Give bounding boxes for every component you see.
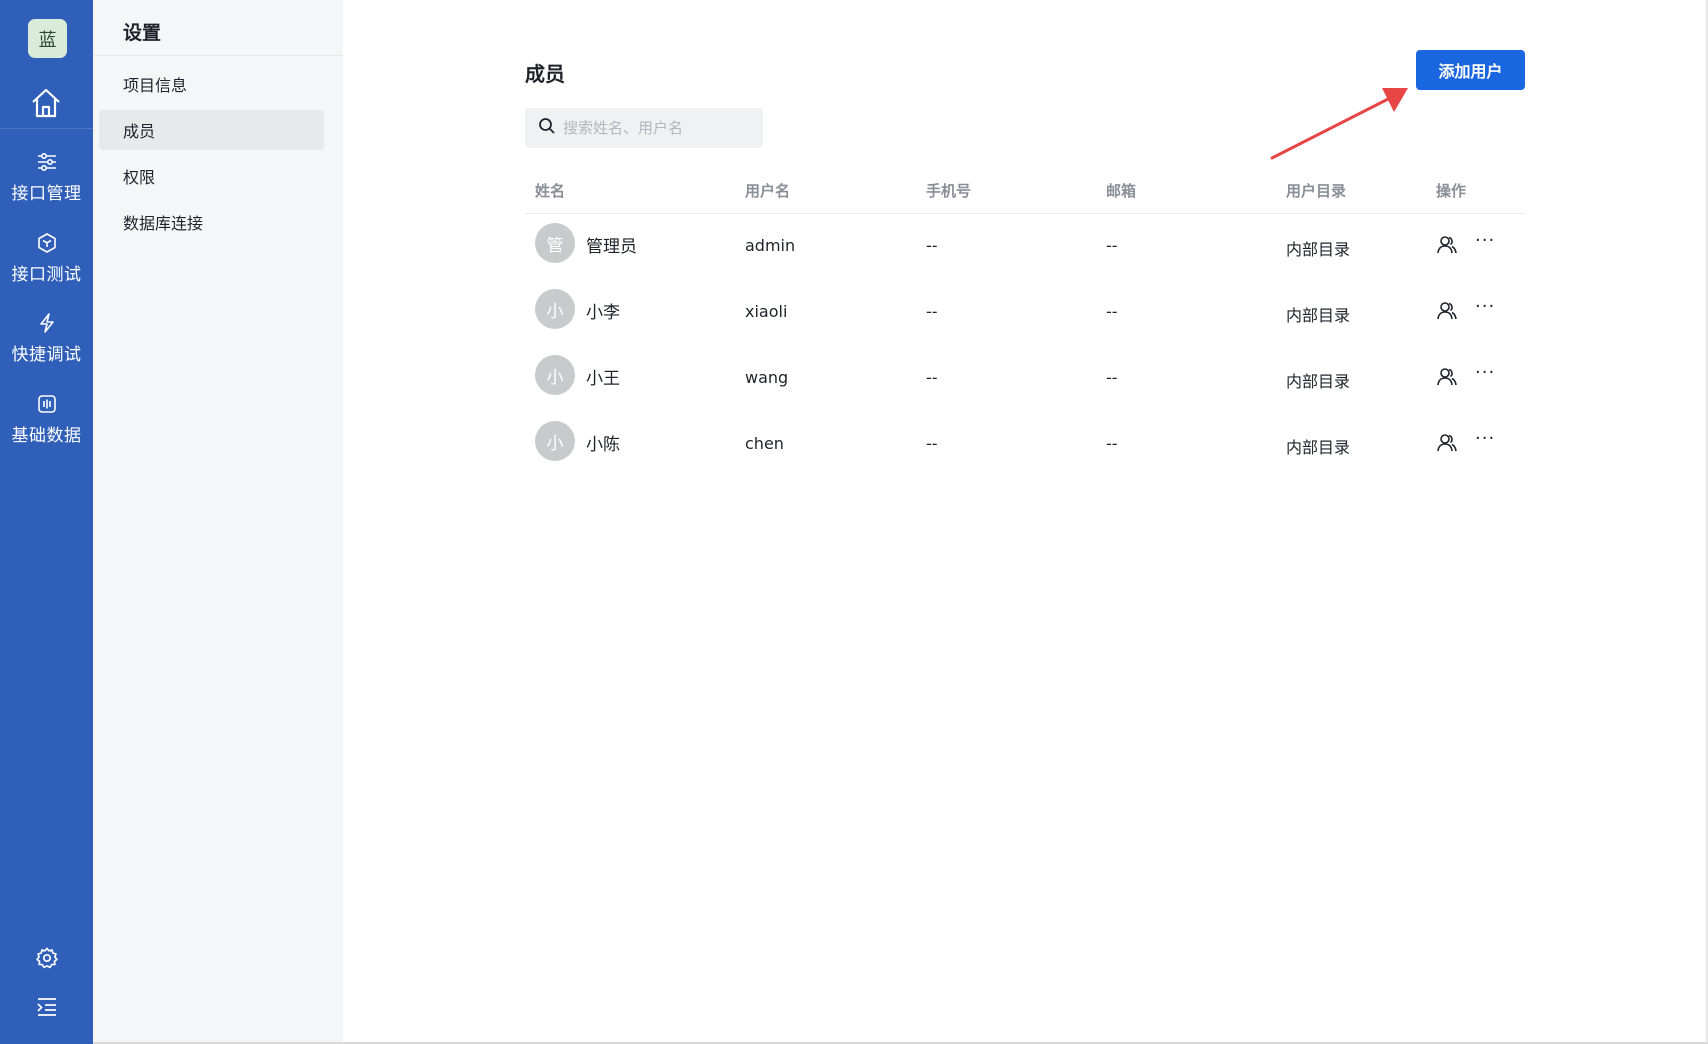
avatar: 小	[535, 421, 575, 461]
table-row: 小 小王 wang -- -- 内部目录 ···	[525, 346, 1525, 412]
rail-divider	[0, 128, 93, 129]
project-avatar[interactable]: 蓝	[28, 19, 67, 58]
settings-divider	[93, 55, 343, 56]
user-role-icon[interactable]	[1436, 432, 1458, 454]
search-input[interactable]	[563, 119, 753, 137]
member-name: 小王	[586, 369, 620, 389]
avatar: 管	[535, 223, 575, 263]
cube-icon	[35, 231, 59, 255]
table-row: 管 管理员 admin -- -- 内部目录 ···	[525, 214, 1525, 280]
search-icon	[538, 117, 556, 139]
lightning-icon	[35, 311, 59, 335]
table-row: 小 小李 xiaoli -- -- 内部目录 ···	[525, 280, 1525, 346]
member-username: admin	[745, 236, 796, 255]
user-role-icon[interactable]	[1436, 366, 1458, 388]
member-phone: --	[926, 302, 938, 321]
user-role-icon[interactable]	[1436, 300, 1458, 322]
page-title: 成员	[525, 62, 565, 86]
settings-title: 设置	[123, 22, 162, 44]
gear-icon[interactable]	[0, 946, 93, 970]
rail-item-quick-debug[interactable]: 快捷调试	[0, 311, 93, 365]
member-directory: 内部目录	[1286, 372, 1351, 391]
member-name: 管理员	[586, 237, 637, 257]
member-email: --	[1106, 434, 1118, 453]
member-username: xiaoli	[745, 302, 788, 321]
member-email: --	[1106, 368, 1118, 387]
add-user-button[interactable]: 添加用户	[1416, 50, 1525, 90]
more-icon[interactable]: ···	[1475, 230, 1495, 251]
rail-item-label: 基础数据	[11, 426, 82, 446]
member-directory: 内部目录	[1286, 240, 1351, 259]
rail-item-label: 接口测试	[11, 265, 82, 285]
column-header-directory: 用户目录	[1286, 182, 1347, 200]
menu-collapse-icon[interactable]	[0, 996, 93, 1018]
settings-item-database-connection[interactable]: 数据库连接	[99, 202, 324, 242]
member-directory: 内部目录	[1286, 306, 1351, 325]
settings-item-members[interactable]: 成员	[99, 110, 324, 150]
rail-item-base-data[interactable]: 基础数据	[0, 392, 93, 446]
column-header-actions: 操作	[1436, 182, 1467, 200]
avatar: 小	[535, 355, 575, 395]
settings-item-permissions[interactable]: 权限	[99, 156, 324, 196]
app-rail: 蓝 接口管理 接口测试 快捷调试 基础数据	[0, 0, 93, 1044]
member-username: chen	[745, 434, 784, 453]
annotation-arrow	[1270, 88, 1408, 160]
member-name: 小陈	[586, 435, 620, 455]
settings-item-project-info[interactable]: 项目信息	[99, 64, 324, 104]
rail-item-api-management[interactable]: 接口管理	[0, 150, 93, 204]
user-role-icon[interactable]	[1436, 234, 1458, 256]
rail-item-api-test[interactable]: 接口测试	[0, 231, 93, 285]
member-directory: 内部目录	[1286, 438, 1351, 457]
table-row: 小 小陈 chen -- -- 内部目录 ···	[525, 412, 1525, 478]
column-header-username: 用户名	[745, 182, 791, 200]
member-email: --	[1106, 236, 1118, 255]
home-icon[interactable]	[29, 86, 63, 120]
avatar: 小	[535, 289, 575, 329]
member-phone: --	[926, 434, 938, 453]
column-header-name: 姓名	[535, 182, 566, 200]
member-phone: --	[926, 368, 938, 387]
column-header-phone: 手机号	[926, 182, 972, 200]
member-username: wang	[745, 368, 789, 387]
data-icon	[35, 392, 59, 416]
members-table-header: 姓名 用户名 手机号 邮箱 用户目录 操作	[525, 172, 1525, 214]
rail-item-label: 接口管理	[11, 184, 82, 204]
member-name: 小李	[586, 303, 620, 323]
sliders-icon	[35, 150, 59, 174]
more-icon[interactable]: ···	[1475, 428, 1495, 449]
more-icon[interactable]: ···	[1475, 296, 1495, 317]
more-icon[interactable]: ···	[1475, 362, 1495, 383]
settings-sidebar: 设置 项目信息 成员 权限 数据库连接	[93, 0, 343, 1044]
search-box[interactable]	[525, 108, 763, 148]
member-email: --	[1106, 302, 1118, 321]
rail-item-label: 快捷调试	[11, 345, 82, 365]
column-header-email: 邮箱	[1106, 182, 1137, 200]
member-phone: --	[926, 236, 938, 255]
